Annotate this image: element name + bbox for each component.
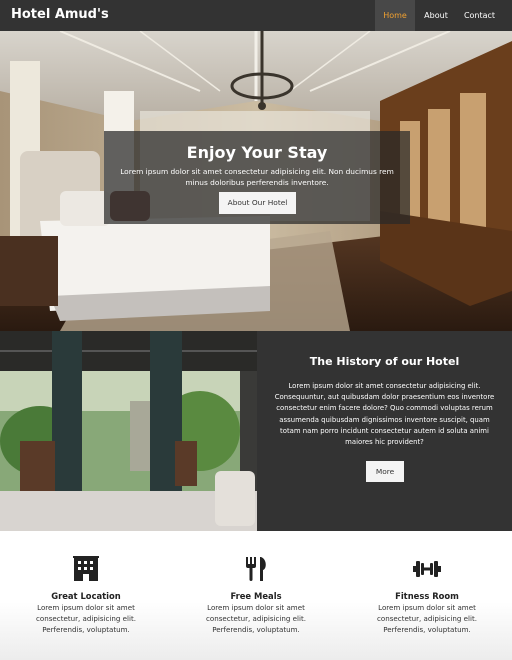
navbar: Hotel Amud's Home About Contact — [0, 0, 512, 31]
utensils-icon — [246, 557, 266, 581]
history-section: The History of our Hotel Lorem ipsum dol… — [257, 331, 512, 531]
nav-item-contact[interactable]: Contact — [458, 0, 501, 31]
feature-text: Lorem ipsum dolor sit amet consectetur, … — [206, 603, 306, 634]
showcase-box: Enjoy Your Stay Lorem ipsum dolor sit am… — [104, 131, 410, 224]
history-title: The History of our Hotel — [309, 355, 460, 368]
nav-item-home[interactable]: Home — [375, 0, 415, 31]
feature-title: Great Location — [51, 591, 121, 601]
features-section: Great Location Lorem ipsum dolor sit ame… — [0, 531, 512, 660]
dumbbell-icon — [413, 561, 441, 577]
building-icon — [73, 556, 99, 581]
hero-section: Enjoy Your Stay Lorem ipsum dolor sit am… — [0, 31, 512, 331]
feature-text: Lorem ipsum dolor sit amet consectetur, … — [36, 603, 136, 634]
showcase-text: Lorem ipsum dolor sit amet consectetur a… — [120, 167, 394, 187]
history-text: Lorem ipsum dolor sit amet consectetur a… — [274, 382, 495, 447]
nav-item-about[interactable]: About — [418, 0, 454, 31]
room-window-picture — [0, 331, 257, 531]
showcase-title: Enjoy Your Stay — [186, 143, 328, 162]
room-window-image — [0, 331, 257, 531]
feature-title: Free Meals — [230, 591, 282, 601]
feature-title: Fitness Room — [395, 591, 459, 601]
brand-logo[interactable]: Hotel Amud's — [11, 7, 109, 22]
about-our-hotel-button[interactable]: About Our Hotel — [219, 192, 296, 214]
more-button[interactable]: More — [366, 461, 404, 482]
feature-text: Lorem ipsum dolor sit amet consectetur, … — [377, 603, 477, 634]
